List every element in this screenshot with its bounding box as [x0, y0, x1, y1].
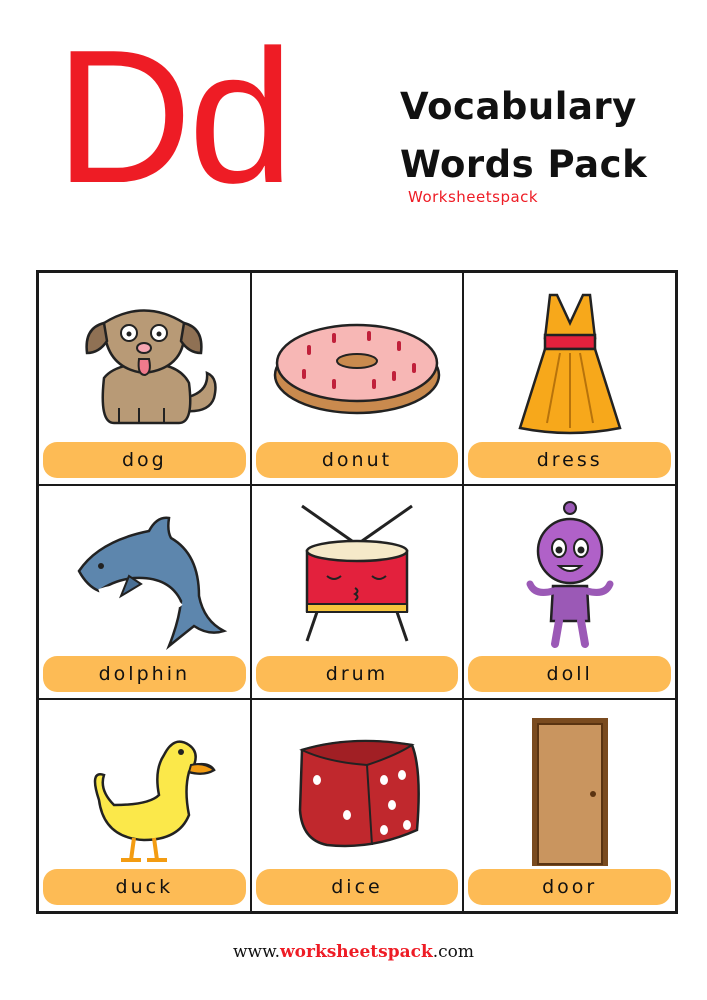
card-label: door	[468, 868, 671, 905]
footer-suffix: .com	[432, 942, 475, 962]
card-dice: dice	[250, 698, 464, 912]
dice-icon	[298, 739, 420, 847]
vocabulary-grid: dog donut dress dolphin drum doll duck d…	[36, 270, 678, 914]
card-label: dog	[43, 442, 246, 479]
title-line-2: Words Pack	[400, 143, 648, 186]
card-label: duck	[43, 868, 246, 905]
dolphin-icon	[77, 516, 228, 651]
card-dog: dog	[38, 272, 251, 486]
card-label: dress	[468, 442, 671, 479]
dress-icon	[518, 293, 622, 435]
card-label: doll	[468, 655, 671, 692]
duck-icon	[94, 740, 217, 862]
card-label: drum	[255, 655, 459, 692]
card-label: dice	[255, 868, 459, 905]
dog-icon	[85, 309, 218, 425]
card-label: donut	[255, 442, 459, 479]
card-duck: duck	[38, 698, 251, 912]
card-drum: drum	[250, 485, 464, 699]
card-dolphin: dolphin	[38, 485, 251, 699]
footer-url[interactable]: www.worksheetspack.com	[0, 942, 707, 962]
card-doll: doll	[463, 485, 676, 699]
subtitle: Worksheetspack	[408, 188, 539, 206]
title-line-1: Vocabulary	[400, 85, 637, 128]
door-icon	[531, 717, 608, 866]
page-title: Vocabulary Words Pack	[400, 78, 647, 194]
footer-prefix: www.	[232, 942, 281, 962]
card-donut: donut	[250, 272, 464, 486]
doll-icon	[526, 501, 614, 649]
drum-icon	[301, 505, 413, 642]
footer-brand: worksheetspack	[280, 942, 433, 962]
donut-icon	[273, 323, 441, 415]
big-letter: Dd	[55, 11, 294, 223]
card-door: door	[463, 698, 676, 912]
card-label: dolphin	[43, 655, 246, 692]
card-dress: dress	[463, 272, 676, 486]
